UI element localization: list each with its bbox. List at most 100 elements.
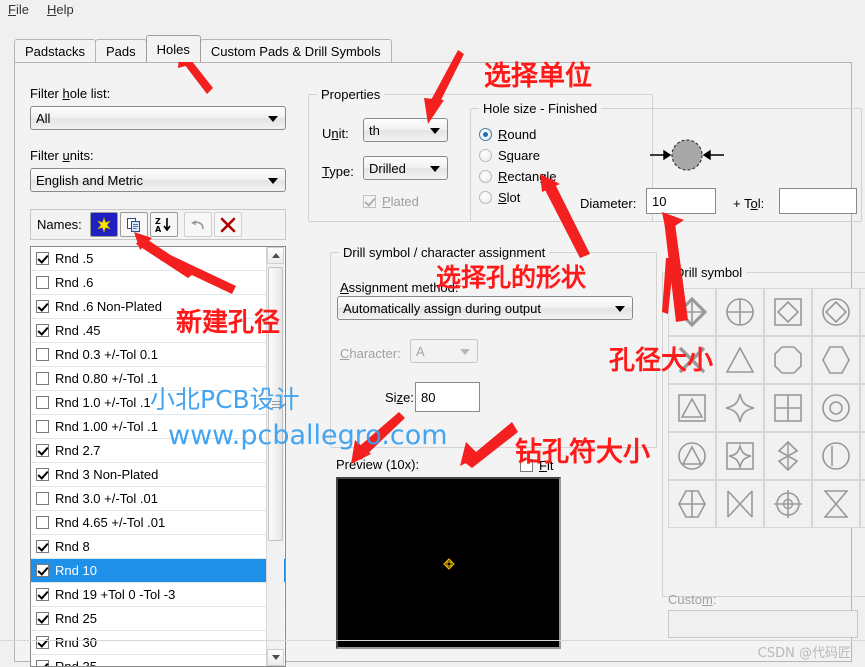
- symbol-misc[interactable]: [860, 480, 865, 528]
- type-combo[interactable]: Drilled: [363, 156, 448, 180]
- checkbox-icon[interactable]: [36, 252, 49, 265]
- hole-list-item[interactable]: Rnd 8: [31, 535, 285, 559]
- checkbox-icon[interactable]: [36, 276, 49, 289]
- unit-combo[interactable]: th: [363, 118, 448, 142]
- hole-list-item[interactable]: Rnd .5: [31, 247, 285, 271]
- checkbox-icon[interactable]: [36, 444, 49, 457]
- symbol-square-starburst[interactable]: [716, 432, 764, 480]
- symbol-hex-cross[interactable]: [668, 480, 716, 528]
- checkbox-icon[interactable]: [36, 468, 49, 481]
- type-label: Type:: [322, 164, 354, 179]
- delete-button[interactable]: [213, 212, 242, 237]
- hole-list-item[interactable]: Rnd 10: [31, 559, 285, 583]
- hole-list-item[interactable]: Rnd 25: [31, 607, 285, 631]
- watermark-url: www.pcballegro.com: [168, 420, 448, 451]
- symbol-circle-d[interactable]: [812, 432, 860, 480]
- undo-button[interactable]: [183, 212, 212, 237]
- checkbox-icon[interactable]: [36, 372, 49, 385]
- checkbox-icon[interactable]: [36, 300, 49, 313]
- tab-custom-pads-drill-symbols[interactable]: Custom Pads & Drill Symbols: [199, 39, 392, 62]
- menu-item-file[interactable]: File: [8, 2, 29, 17]
- hole-list-item[interactable]: Rnd 35: [31, 655, 285, 666]
- shape-radio-square[interactable]: Square: [479, 148, 557, 163]
- hole-list-item-label: Rnd 3 Non-Plated: [55, 467, 159, 482]
- custom-input[interactable]: [668, 610, 858, 638]
- hole-list-item[interactable]: Rnd 0.3 +/-Tol 0.1: [31, 343, 285, 367]
- symbol-square-circle[interactable]: [860, 288, 865, 336]
- copy-button[interactable]: [119, 212, 148, 237]
- star-icon: [96, 216, 111, 233]
- size-input[interactable]: 80: [415, 382, 480, 412]
- shape-radio-round[interactable]: Round: [479, 127, 557, 142]
- symbol-circle-target[interactable]: [812, 384, 860, 432]
- symbol-circle-diamond[interactable]: [812, 288, 860, 336]
- sort-az-icon: Z A: [155, 217, 171, 234]
- properties-group-title: Properties: [317, 87, 385, 102]
- hole-list-item[interactable]: Rnd 3.0 +/-Tol .01: [31, 487, 285, 511]
- tab-pads[interactable]: Pads: [94, 39, 147, 62]
- scroll-up-button[interactable]: [267, 247, 284, 264]
- symbol-triangle-in-circle[interactable]: [668, 432, 716, 480]
- tab-strip: Padstacks Pads Holes Custom Pads & Drill…: [14, 35, 855, 62]
- hole-list-item[interactable]: Rnd 30: [31, 631, 285, 655]
- checkbox-icon[interactable]: [36, 516, 49, 529]
- filter-units-combo[interactable]: English and Metric: [30, 168, 286, 192]
- checkbox-icon[interactable]: [36, 540, 49, 553]
- checkbox-icon[interactable]: [36, 348, 49, 361]
- diameter-input[interactable]: 10: [646, 188, 716, 214]
- hole-list-item[interactable]: Rnd .6: [31, 271, 285, 295]
- symbol-diamond-outline[interactable]: [860, 384, 865, 432]
- watermark-csdn: CSDN @代码匠: [757, 646, 851, 661]
- symbol-bowtie-x[interactable]: [716, 480, 764, 528]
- sort-az-button[interactable]: Z A: [149, 212, 178, 237]
- symbol-square-diamond[interactable]: [764, 288, 812, 336]
- checkbox-icon[interactable]: [36, 612, 49, 625]
- assignment-method-combo[interactable]: Automatically assign during output: [337, 296, 633, 320]
- filter-units-value: English and Metric: [36, 172, 143, 188]
- hole-list-item[interactable]: Rnd 4.65 +/-Tol .01: [31, 511, 285, 535]
- checkbox-icon[interactable]: [36, 660, 49, 666]
- symbol-circle-crosshair[interactable]: [764, 480, 812, 528]
- tab-padstacks[interactable]: Padstacks: [14, 39, 96, 62]
- tab-holes[interactable]: Holes: [145, 35, 201, 62]
- symbol-square-quad[interactable]: [764, 384, 812, 432]
- checkbox-icon[interactable]: [36, 636, 49, 649]
- symbol-x-diamond[interactable]: [812, 480, 860, 528]
- checkbox-icon[interactable]: [36, 324, 49, 337]
- symbol-hexagon[interactable]: [812, 336, 860, 384]
- symbol-circle-cross[interactable]: [716, 288, 764, 336]
- diameter-label: Diameter:: [580, 196, 637, 211]
- symbol-triangle-in-square[interactable]: [668, 384, 716, 432]
- symbol-circle-plain[interactable]: [860, 336, 865, 384]
- character-combo[interactable]: A: [410, 339, 478, 363]
- symbol-triangle[interactable]: [716, 336, 764, 384]
- checkbox-icon[interactable]: [36, 420, 49, 433]
- filter-hole-list-combo[interactable]: All: [30, 106, 286, 130]
- tol-input[interactable]: [779, 188, 857, 214]
- shape-radio-rectangle[interactable]: Rectangle: [479, 169, 557, 184]
- checkbox-icon[interactable]: [36, 588, 49, 601]
- plated-label: Plated: [382, 194, 419, 209]
- symbol-four-point-star[interactable]: [716, 384, 764, 432]
- shape-radio-slot[interactable]: Slot: [479, 190, 557, 205]
- annotation-new-hole-size: 新建孔径: [176, 308, 281, 338]
- symbol-circle-bar[interactable]: [860, 432, 865, 480]
- plated-checkbox[interactable]: Plated: [363, 194, 419, 209]
- hole-list-item-label: Rnd 3.0 +/-Tol .01: [55, 491, 158, 506]
- new-hole-button[interactable]: [89, 212, 118, 237]
- assignment-method-value: Automatically assign during output: [343, 300, 542, 316]
- hole-list-item-label: Rnd 10: [55, 563, 97, 578]
- checkbox-icon[interactable]: [36, 492, 49, 505]
- radio-icon: [479, 149, 492, 162]
- scroll-down-button[interactable]: [267, 649, 284, 666]
- hole-list-item[interactable]: Rnd 19 +Tol 0 -Tol -3: [31, 583, 285, 607]
- symbol-hourglass-bowtie[interactable]: [764, 432, 812, 480]
- checkbox-icon[interactable]: [36, 564, 49, 577]
- symbol-octagon[interactable]: [764, 336, 812, 384]
- symbol-diamond-cross[interactable]: [668, 288, 716, 336]
- hole-list-item[interactable]: Rnd 3 Non-Plated: [31, 463, 285, 487]
- menu-item-help[interactable]: Help: [47, 2, 74, 17]
- hole-list-item-label: Rnd 2.7: [55, 443, 101, 458]
- drill-symbol-palette[interactable]: [668, 288, 865, 528]
- checkbox-icon[interactable]: [36, 396, 49, 409]
